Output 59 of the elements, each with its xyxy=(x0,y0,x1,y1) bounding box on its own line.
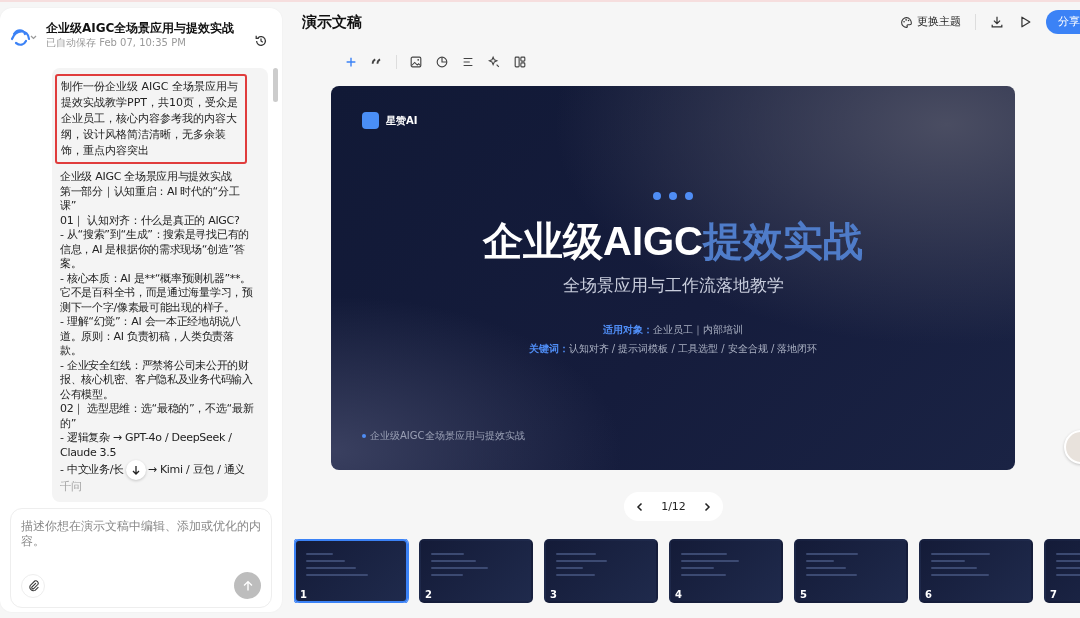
slide-subtitle: 全场景应用与工作流落地教学 xyxy=(562,274,784,297)
scroll-down-button[interactable] xyxy=(125,460,146,480)
reply-line: - 核心本质：AI 是**“概率预测机器”**。它不是百科全书，而是通过海量学习，预测下一个字/像素最可能出现的样子。 xyxy=(60,271,254,315)
layout-icon[interactable] xyxy=(513,55,527,69)
reply-line: 第一部分｜认知重启：AI 时代的“分工课” xyxy=(60,184,241,214)
slide-thumbnail[interactable]: 7 xyxy=(1044,539,1080,603)
meta-label: 关键词： xyxy=(528,343,569,354)
slide-thumbnail[interactable]: 1 xyxy=(294,539,408,603)
slide-number: 6 xyxy=(925,589,932,600)
reply-line: 企业级 AIGC 全场景应用与提效实战 xyxy=(60,170,233,185)
user-message: 制作一份企业级 AIGC 全场景应用与提效实战教学PPT，共10页，受众是企业员工，核心内容参考我的内容大纲，设计风格简洁清晰，无多余装饰，重点内容突出 xyxy=(55,74,247,164)
document-title: 企业级AIGC全场景应用与提效实战 xyxy=(46,20,236,36)
palette-icon xyxy=(900,15,913,29)
slide-thumbnail[interactable]: 2 xyxy=(419,539,533,603)
reply-line: - 中文业务/长 xyxy=(60,462,124,478)
slide-footer: 企业级AIGC全场景应用与提效实战 xyxy=(370,429,525,443)
slide-number: 7 xyxy=(1050,589,1057,600)
meta-label: 适用对象： xyxy=(603,324,653,335)
scrollbar-thumb[interactable] xyxy=(273,68,278,102)
theme-button[interactable]: 更换主题 xyxy=(900,15,961,29)
slide-title: 企业级AIGC提效实战 xyxy=(483,218,863,265)
reply-line: - 逻辑复杂 → GPT-4o / DeepSeek / Claude 3.5 xyxy=(60,431,233,460)
slide-thumbnail[interactable]: 6 xyxy=(919,539,1033,603)
logo-icon[interactable] xyxy=(10,26,38,48)
text-align-icon[interactable] xyxy=(461,55,475,69)
play-icon[interactable] xyxy=(1018,15,1032,29)
sparkle-icon[interactable] xyxy=(487,55,501,69)
reply-line: 02｜ 选型思维：选“最稳的”，不选“最新的” xyxy=(60,402,254,431)
slide-number: 3 xyxy=(550,589,557,600)
reply-line: - 从“搜索”到“生成”：搜索是寻找已有的信息，AI 是根据你的需求现场“创造”答案。 xyxy=(60,228,250,272)
slide-number: 4 xyxy=(675,589,682,600)
download-icon[interactable] xyxy=(990,15,1004,29)
autosave-status: 已自动保存 Feb 07, 10:35 PM xyxy=(46,36,187,50)
page-title: 演示文稿 xyxy=(302,12,362,32)
input-placeholder: 描述你想在演示文稿中编辑、添加或优化的内容。 xyxy=(21,519,261,549)
page-counter: 1/12 xyxy=(661,500,686,513)
slide-number: 2 xyxy=(425,589,432,600)
pie-chart-icon[interactable] xyxy=(435,55,449,69)
reply-line: 千问 xyxy=(60,480,83,495)
slide-thumbnail[interactable]: 3 xyxy=(544,539,658,603)
slide-thumbnail[interactable]: 5 xyxy=(794,539,908,603)
dots-icon xyxy=(653,192,693,200)
meta-value: 认知对齐 / 提示词模板 / 工具选型 / 安全合规 / 落地闭环 xyxy=(568,343,818,354)
reply-line: - 理解“幻觉”：AI 会一本正经地胡说八道。原则：AI 负责初稿，人类负责落款。 xyxy=(60,315,242,359)
slide-number: 5 xyxy=(800,589,807,600)
prompt-input[interactable]: 描述你想在演示文稿中编辑、添加或优化的内容。 xyxy=(10,508,272,608)
slide-number: 1 xyxy=(300,589,307,600)
reply-line: → Kimi / 豆包 / 通义 xyxy=(147,462,246,478)
brand-name: 星赞AI xyxy=(386,113,418,128)
share-button[interactable]: 分享 xyxy=(1046,10,1080,34)
brand-logo-icon xyxy=(362,112,379,129)
paperclip-icon xyxy=(26,579,40,592)
meta-value: 企业员工｜内部培训 xyxy=(653,324,743,335)
reply-line: 01｜ 认知对齐：什么是真正的 AIGC? xyxy=(60,213,241,228)
slide-thumbnail[interactable]: 4 xyxy=(669,539,783,603)
image-icon[interactable] xyxy=(409,55,423,69)
bullet-icon xyxy=(362,434,366,438)
reply-line: - 企业安全红线：严禁将公司未公开的财报、核心机密、客户隐私及业务代码输入公有模型。 xyxy=(60,358,254,402)
history-icon[interactable] xyxy=(254,34,268,48)
